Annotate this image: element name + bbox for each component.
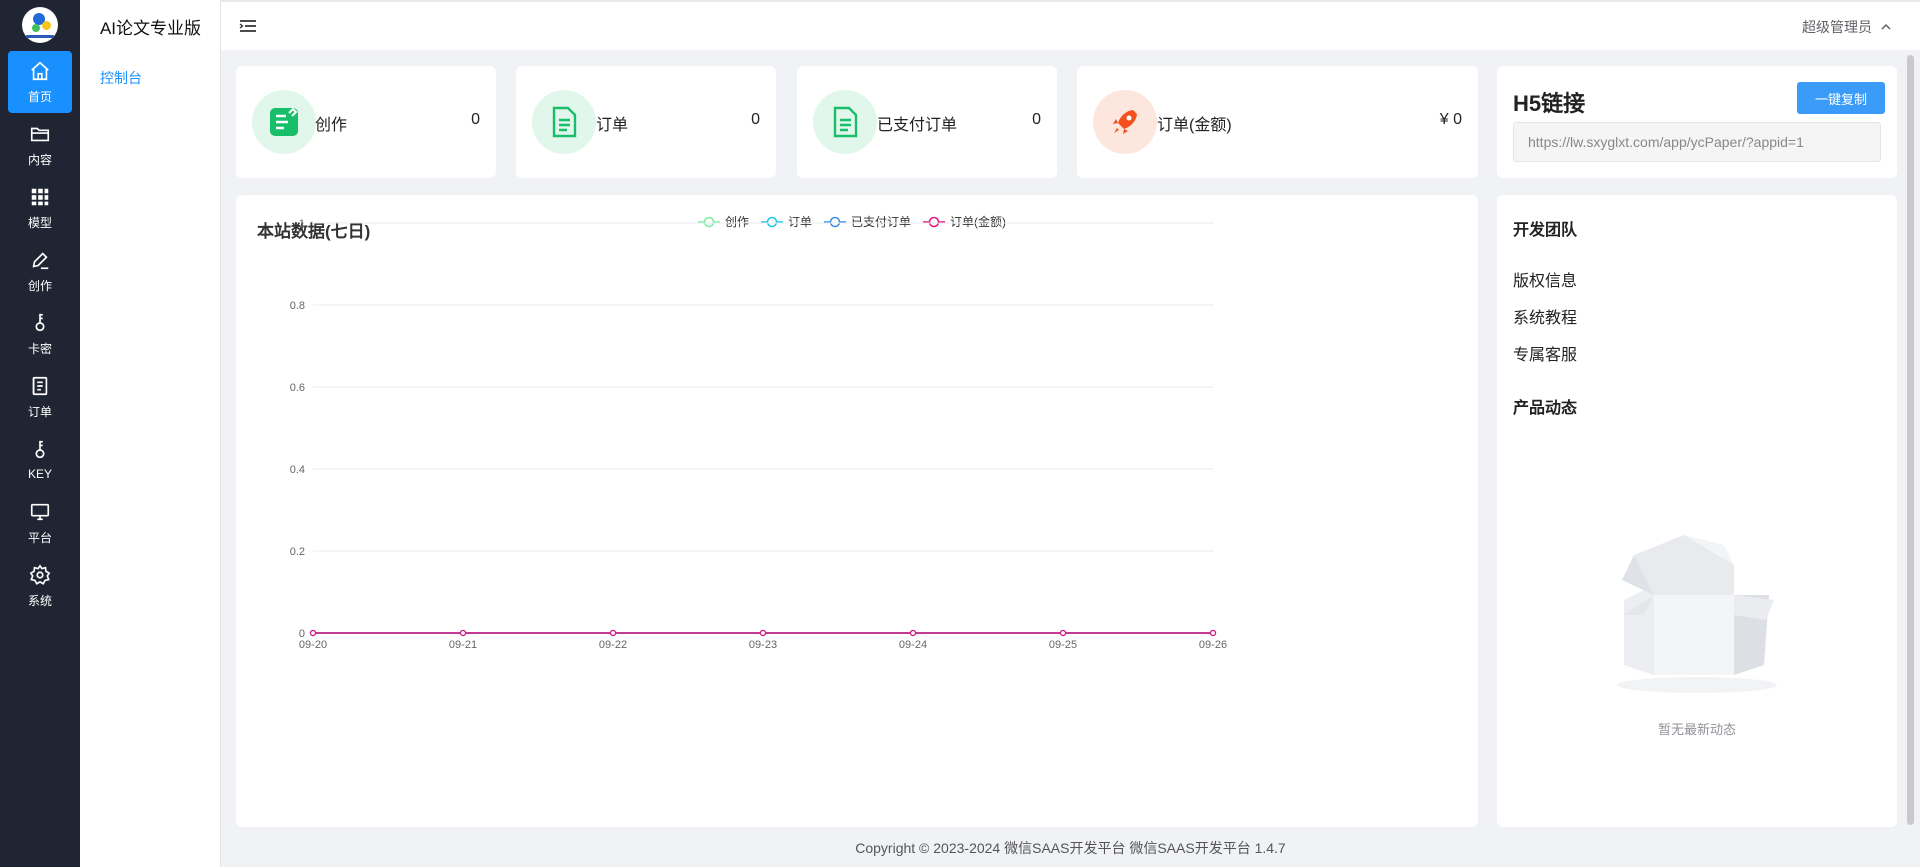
nav-item-orders[interactable]: 订单 [8, 366, 72, 428]
stat-card-orders: 订单 0 [516, 66, 776, 178]
grid-icon [31, 188, 49, 205]
h5-link-card: H5链接 一键复制 https://lw.sxyglxt.com/app/ycP… [1497, 66, 1897, 178]
stat-card-paid-orders: 已支付订单 0 [797, 66, 1057, 178]
key-icon [35, 440, 45, 459]
nav-item-card-key[interactable]: 卡密 [8, 303, 72, 365]
y-tick-label: 0.8 [290, 300, 305, 312]
empty-text: 暂无最新动态 [1657, 722, 1736, 737]
site-data-chart-card: 本站数据(七日) 创作 订单 已支付订单 订单(金额) 1 0.8 0.6 0.4 0.2 0 0… [236, 195, 1478, 827]
data-point[interactable] [309, 629, 317, 637]
footer-copyright: Copyright © 2023-2024 微信SAAS开发平台 微信SAAS开… [855, 840, 1286, 856]
nav-item-system[interactable]: 系统 [8, 555, 72, 617]
app-title: AI论文专业版 [99, 18, 202, 38]
nav-item-label: KEY [27, 467, 52, 481]
stat-label: 订单(金额) [1157, 117, 1232, 134]
nav-item-label: 模型 [27, 215, 52, 230]
x-tick-label: 09-20 [299, 639, 327, 651]
document-icon [532, 90, 596, 154]
nav-item-label: 卡密 [27, 341, 52, 356]
edit-note-icon [252, 90, 316, 154]
document-icon [813, 90, 877, 154]
copy-link-button[interactable]: 一键复制 [1797, 82, 1885, 114]
data-point[interactable] [759, 629, 767, 637]
h5-url-field[interactable]: https://lw.sxyglxt.com/app/ycPaper/?appi… [1513, 122, 1881, 162]
user-name: 超级管理员 [1802, 19, 1872, 35]
stat-card-create: 创作 0 [236, 66, 496, 178]
tutorial-link[interactable]: 系统教程 [1513, 304, 1577, 328]
gear-icon [29, 563, 51, 585]
folder-icon [30, 127, 50, 141]
user-menu[interactable]: 超级管理员 [1802, 17, 1892, 37]
product-news-title: 产品动态 [1513, 400, 1578, 417]
nav-item-label: 平台 [27, 530, 52, 545]
y-tick-label: 0.6 [290, 382, 305, 394]
stat-value: 0 [471, 111, 480, 128]
x-tick-label: 09-23 [749, 639, 777, 651]
empty-box-illustration [1617, 535, 1777, 693]
team-title: 开发团队 [1513, 222, 1578, 239]
copyright-info-link[interactable]: 版权信息 [1513, 267, 1577, 291]
x-tick-label: 09-22 [599, 639, 627, 651]
data-point[interactable] [1059, 629, 1067, 637]
nav-item-label: 订单 [27, 404, 52, 419]
stat-value: ¥ 0 [1439, 111, 1462, 128]
nav-item-label: 系统 [27, 593, 52, 608]
nav-item-content[interactable]: 内容 [8, 114, 72, 176]
x-tick-label: 09-26 [1199, 639, 1227, 651]
nav-item-home[interactable]: 首页 [8, 51, 72, 113]
customer-service-link[interactable]: 专属客服 [1513, 341, 1577, 365]
top-header: 超级管理员 [221, 0, 1920, 50]
sub-menu: AI论文专业版 控制台 [80, 0, 221, 867]
key-icon [35, 313, 45, 331]
stat-value: 0 [1032, 111, 1041, 128]
page-scrollbar[interactable] [1907, 55, 1914, 825]
main-nav-rail: 首页 内容 模型 创作 卡密 订单 KEY 平台 系统 [0, 0, 80, 867]
data-point[interactable] [1209, 629, 1217, 637]
nav-item-key[interactable]: KEY [8, 429, 72, 491]
home-icon [31, 61, 49, 80]
app-logo[interactable] [22, 7, 58, 43]
data-point[interactable] [909, 629, 917, 637]
stat-value: 0 [751, 111, 760, 128]
line-chart: 10.80.60.40.2009-20 09-21 09-22 09-23 09-24 0… [290, 218, 1227, 651]
dev-team-card: 开发团队 版权信息 系统教程 专属客服 产品动态 暂无最新动态 [1497, 195, 1897, 827]
menu-toggle-icon[interactable] [239, 18, 257, 34]
nav-item-create[interactable]: 创作 [8, 240, 72, 302]
x-tick-label: 09-24 [899, 639, 927, 651]
pen-icon [32, 251, 49, 269]
rocket-icon [1093, 90, 1157, 154]
nav-item-label: 内容 [27, 152, 52, 167]
stat-label: 已支付订单 [877, 117, 958, 134]
chevron-up-icon [1881, 23, 1891, 30]
y-tick-label: 0.2 [290, 546, 305, 558]
x-tick-label: 09-25 [1049, 639, 1077, 651]
submenu-item-dashboard[interactable]: 控制台 [100, 68, 142, 88]
document-icon [32, 376, 48, 395]
stat-label: 订单 [596, 117, 629, 134]
data-point[interactable] [459, 629, 467, 637]
nav-item-label: 首页 [27, 89, 52, 104]
y-tick-label: 0.4 [290, 464, 305, 476]
nav-item-platform[interactable]: 平台 [8, 492, 72, 554]
y-tick-label: 1 [299, 218, 305, 230]
stat-label: 创作 [315, 117, 348, 134]
nav-item-model[interactable]: 模型 [8, 177, 72, 239]
data-point[interactable] [609, 629, 617, 637]
h5-title: H5链接 [1513, 91, 1586, 116]
monitor-icon [30, 503, 50, 520]
nav-item-label: 创作 [27, 278, 52, 293]
x-tick-label: 09-21 [449, 639, 477, 651]
stat-card-order-amount: 订单(金额) ¥ 0 [1077, 66, 1478, 178]
